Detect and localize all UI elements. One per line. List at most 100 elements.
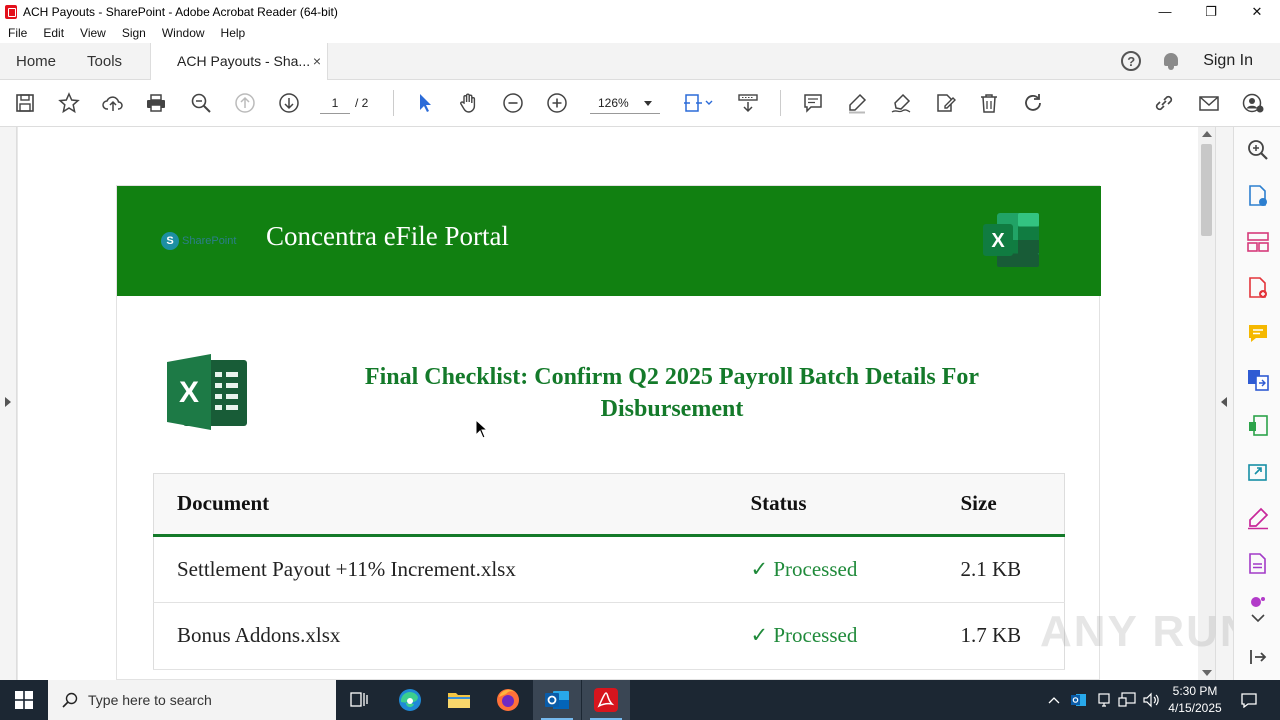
highlight-pen-icon[interactable] [845,91,869,115]
zoom-level-select[interactable]: 126% [590,92,660,114]
comment-tool-icon[interactable] [1246,322,1270,346]
page-total: / 2 [355,96,369,110]
organize-pages-icon[interactable] [1246,230,1270,254]
email-icon[interactable] [1197,91,1221,115]
tools-pane [1233,127,1280,680]
next-page-icon[interactable] [277,91,301,115]
scroll-up-icon[interactable] [1202,131,1212,137]
search-zoom-icon[interactable] [1246,138,1270,162]
task-view-icon[interactable] [336,680,384,720]
share-link-icon[interactable] [1152,91,1176,115]
zoom-out-magnifier-icon[interactable] [189,91,213,115]
scroll-mode-icon[interactable] [736,91,760,115]
file-explorer-icon[interactable] [435,680,483,720]
upload-cloud-icon[interactable] [101,91,125,115]
window-title: ACH Payouts - SharePoint - Adobe Acrobat… [23,4,338,19]
create-pdf-icon[interactable] [1246,276,1270,300]
menu-help[interactable]: Help [213,26,254,40]
firefox-icon[interactable] [484,680,532,720]
previous-page-icon[interactable] [233,91,257,115]
share-user-icon[interactable] [1241,91,1265,115]
delete-trash-icon[interactable] [977,91,1001,115]
collapse-pane-icon[interactable] [1246,645,1270,669]
chevron-down-icon [644,101,652,106]
save-icon[interactable] [13,91,37,115]
acrobat-taskbar-icon[interactable] [582,680,630,720]
sharepoint-logo: S SharePoint [161,232,236,250]
scrollbar-thumb[interactable] [1201,144,1212,236]
send-for-review-icon[interactable] [1246,460,1270,484]
action-center-icon[interactable] [1234,680,1264,720]
select-cursor-icon[interactable] [413,91,437,115]
mouse-cursor-icon [475,419,489,439]
table-row[interactable]: Bonus Addons.xlsx ✓ Processed 1.7 KB [153,602,1065,671]
rotate-icon[interactable] [1021,91,1045,115]
main-toolbar: 1 / 2 126% [0,80,1280,127]
sharepoint-wordmark: SharePoint [182,235,237,247]
fit-page-icon[interactable] [682,91,716,115]
menu-edit[interactable]: Edit [35,26,72,40]
table-row[interactable]: Settlement Payout +11% Increment.xlsx ✓ … [153,535,1065,603]
close-window-button[interactable]: ✕ [1234,0,1280,23]
menu-window[interactable]: Window [154,26,213,40]
document-size: 2.1 KB [937,535,1065,603]
more-tools-icon[interactable] [1246,595,1270,609]
right-panel-collapse[interactable] [1215,127,1233,680]
maximize-button[interactable]: ❐ [1188,0,1234,23]
document-name[interactable]: Bonus Addons.xlsx [153,602,728,671]
outlook-icon[interactable] [533,680,581,720]
sign-in-button[interactable]: Sign In [1203,52,1253,70]
windows-start-icon[interactable] [0,680,48,720]
expand-tools-chevron-icon[interactable] [1246,611,1270,625]
column-header-status: Status [727,473,938,537]
minimize-button[interactable]: — [1142,0,1188,23]
tab-close-icon[interactable]: × [313,53,321,69]
combine-files-icon[interactable] [1246,368,1270,392]
tab-home[interactable]: Home [0,43,71,80]
tray-network-device-icon[interactable] [1093,680,1115,720]
document-viewport[interactable]: S SharePoint Concentra eFile Portal X X … [0,127,1233,680]
protect-pdf-icon[interactable] [1246,552,1270,576]
page-number-input[interactable]: 1 [320,92,350,114]
sign-pen-icon[interactable] [889,91,913,115]
documents-table: Document Status Size Settlement Payout +… [153,473,1065,671]
menu-sign[interactable]: Sign [114,26,154,40]
taskbar-search-placeholder: Type here to search [88,692,212,708]
comment-icon[interactable] [801,91,825,115]
help-icon[interactable]: ? [1121,51,1142,71]
taskbar-clock[interactable]: 5:30 PM 4/15/2025 [1158,683,1232,717]
email-heading: Final Checklist: Confirm Q2 2025 Payroll… [364,364,980,422]
tray-expand-chevron-icon[interactable] [1044,680,1064,720]
tab-document[interactable]: ACH Payouts - Sha... × [150,42,329,80]
left-panel-toggle[interactable] [0,127,17,680]
excel-file-letter: X [179,376,199,409]
column-header-size: Size [937,473,1065,537]
menu-file[interactable]: File [0,26,35,40]
document-name[interactable]: Settlement Payout +11% Increment.xlsx [153,535,728,603]
print-icon[interactable] [144,91,168,115]
taskbar-search-box[interactable]: Type here to search [48,680,336,720]
clock-date: 4/15/2025 [1168,701,1222,715]
email-card: S SharePoint Concentra eFile Portal X X … [116,185,1101,680]
export-pdf-icon[interactable] [1246,184,1270,208]
edit-pdf-icon[interactable] [933,91,957,115]
menu-view[interactable]: View [72,26,114,40]
hand-tool-icon[interactable] [457,91,481,115]
vertical-scrollbar[interactable] [1198,127,1215,680]
excel-letter: X [991,230,1005,252]
bookmark-star-icon[interactable] [57,91,81,115]
tab-tools[interactable]: Tools [71,43,137,80]
compress-pdf-icon[interactable] [1246,414,1270,438]
fill-sign-icon[interactable] [1246,506,1270,530]
tray-outlook-icon[interactable] [1068,680,1090,720]
clock-time: 5:30 PM [1172,684,1218,698]
document-status: ✓ Processed [727,602,938,671]
scroll-down-icon[interactable] [1202,670,1212,676]
tray-network-icon[interactable] [1116,680,1138,720]
notification-bell-icon[interactable] [1163,52,1179,70]
zoom-in-icon[interactable] [545,91,569,115]
edge-browser-icon[interactable] [386,680,434,720]
zoom-out-icon[interactable] [501,91,525,115]
table-header-row: Document Status Size [153,473,1065,537]
document-status: ✓ Processed [727,535,938,603]
